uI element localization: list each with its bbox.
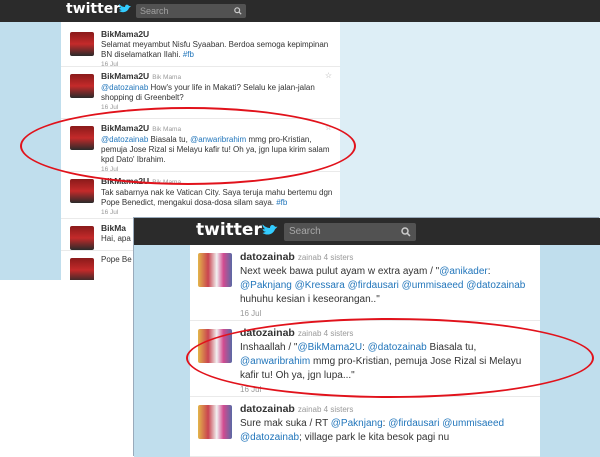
screen-name[interactable]: datozainab <box>240 403 295 415</box>
search-placeholder: Search <box>289 226 321 237</box>
mention-link[interactable]: @firdausari <box>388 418 439 429</box>
mention-link[interactable]: @ummisaeed <box>442 418 504 429</box>
display-name: zainab 4 sisters <box>297 405 354 414</box>
tweet-text: Tak sabarnya nak ke Vatican City. Saya t… <box>101 188 333 208</box>
avatar[interactable] <box>70 32 94 56</box>
screen-name[interactable]: datozainab <box>240 251 295 263</box>
mention-link[interactable]: @Paknjang <box>240 280 292 291</box>
tweet[interactable]: BikMama2U Selamat meyambut Nisfu Syaaban.… <box>61 25 340 70</box>
mention-link[interactable]: @Paknjang <box>331 418 383 429</box>
mention-link[interactable]: @datozainab <box>466 280 525 291</box>
highlight-ellipse-front <box>186 318 594 398</box>
twitter-logo[interactable]: twitter <box>196 220 262 240</box>
tweet-header: BikMama2U Bik Mama <box>101 71 333 83</box>
tweet-text: Selamat meyambut Nisfu Syaaban. Berdoa s… <box>101 40 333 60</box>
hashtag-link[interactable]: #fb <box>276 198 287 207</box>
tweet[interactable]: datozainab zainab 4 sisters Next week bawa… <box>190 245 540 321</box>
mention-link[interactable]: @anikader <box>439 266 488 277</box>
display-name: Bik Mama <box>152 74 182 81</box>
text-segment: Next week bawa pulut ayam w extra ayam /… <box>240 266 440 277</box>
text-segment: Hai, apa <box>101 234 131 243</box>
tweet-body: BikMama2U Selamat meyambut Nisfu Syaaban.… <box>101 29 333 70</box>
text-segment: ; village park le kita besok pagi nu <box>299 432 450 443</box>
avatar[interactable] <box>198 253 232 287</box>
screen-name[interactable]: BikMa <box>101 223 126 233</box>
bird-icon <box>262 224 278 235</box>
search-input[interactable]: Search <box>284 223 416 241</box>
highlight-ellipse-back <box>20 107 356 185</box>
avatar[interactable] <box>70 74 94 98</box>
mention-link[interactable]: @ummisaeed <box>402 280 464 291</box>
mention-link[interactable]: @datozainab <box>101 83 148 92</box>
display-name: zainab 4 sisters <box>297 253 354 262</box>
tweet-body: datozainab zainab 4 sisters Sure mak suka … <box>240 402 532 445</box>
screen-name[interactable]: BikMama2U <box>101 71 149 81</box>
avatar[interactable] <box>70 258 94 280</box>
mention-link[interactable]: @firdausari <box>348 280 399 291</box>
mention-link[interactable]: @datozainab <box>240 432 299 443</box>
text-segment: Sure mak suka / RT <box>240 418 331 429</box>
tweet-header: datozainab zainab 4 sisters <box>240 402 532 417</box>
search-input[interactable]: Search <box>136 4 246 18</box>
search-placeholder: Search <box>140 6 169 16</box>
tweet-text: Next week bawa pulut ayam w extra ayam /… <box>240 265 532 307</box>
avatar[interactable] <box>198 405 232 439</box>
text-segment: : <box>487 266 491 277</box>
tweet-text: Sure mak suka / RT @Paknjang: @firdausar… <box>240 417 532 445</box>
favorite-star-icon[interactable]: ☆ <box>325 71 332 80</box>
tweet-text: @datozainab How's your life in Makati? S… <box>101 83 333 103</box>
top-bar: twitter Search <box>0 0 600 22</box>
timestamp-link[interactable]: 16 Jul <box>101 208 333 218</box>
text-segment: Tak sabarnya nak ke Vatican City. Saya t… <box>101 188 333 207</box>
text-segment: huhuhu kesian i keseorangan.." <box>240 294 380 305</box>
tweet[interactable]: datozainab zainab 4 sisters Sure mak suka … <box>190 397 540 457</box>
twitter-logo[interactable]: twitter <box>66 1 120 17</box>
tweet-header: datozainab zainab 4 sisters <box>240 250 532 265</box>
search-icon[interactable] <box>234 7 242 15</box>
text-segment: Pope Be <box>101 255 132 264</box>
text-segment: Selamat meyambut Nisfu Syaaban. Berdoa s… <box>101 40 329 59</box>
mention-link[interactable]: @Kressara <box>295 280 345 291</box>
tweet-header: BikMama2U <box>101 29 333 40</box>
avatar[interactable] <box>70 179 94 203</box>
screen-name[interactable]: BikMama2U <box>101 29 149 39</box>
bird-icon <box>119 4 131 13</box>
avatar[interactable] <box>70 226 94 250</box>
top-bar: twitter Search <box>134 218 600 245</box>
tweet-body: datozainab zainab 4 sisters Next week bawa… <box>240 250 532 321</box>
hashtag-link[interactable]: #fb <box>183 50 194 59</box>
search-icon[interactable] <box>401 227 411 237</box>
